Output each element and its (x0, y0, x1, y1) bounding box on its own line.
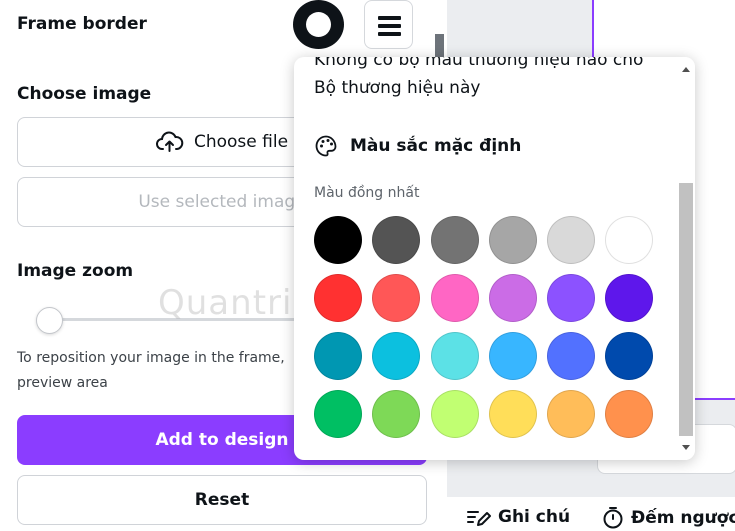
color-swatch[interactable] (488, 216, 537, 264)
panel-scrollbar[interactable] (435, 34, 444, 59)
color-swatch[interactable] (488, 390, 537, 438)
palette-icon (315, 135, 337, 157)
color-swatch[interactable] (314, 274, 362, 322)
color-swatch[interactable] (547, 390, 596, 438)
color-swatch[interactable] (605, 274, 654, 322)
brand-kit-text: Bộ thương hiệu này (314, 78, 481, 98)
default-colors-label: Màu sắc mặc định (350, 136, 522, 156)
timer-label: Đếm ngược (631, 508, 735, 528)
frame-border-label: Frame border (17, 14, 147, 34)
color-swatch[interactable] (372, 216, 421, 264)
menu-line-icon (378, 16, 401, 20)
color-swatch[interactable] (314, 332, 362, 380)
popover-scrollbar-thumb[interactable] (679, 183, 693, 436)
solid-colors-label: Màu đồng nhất (314, 185, 420, 201)
reset-button[interactable]: Reset (17, 475, 427, 525)
default-colors-heading: Màu sắc mặc định (314, 134, 521, 158)
scroll-up-arrow-icon[interactable] (682, 67, 690, 72)
frame-border-style-button[interactable] (364, 0, 413, 49)
image-zoom-slider-thumb[interactable] (36, 307, 63, 334)
color-swatch[interactable] (605, 216, 654, 264)
color-swatch[interactable] (430, 216, 479, 264)
color-swatch[interactable] (547, 332, 596, 380)
notes-pen-icon (467, 511, 491, 526)
image-zoom-label: Image zoom (17, 261, 134, 281)
color-swatch[interactable] (605, 390, 654, 438)
color-swatch[interactable] (314, 390, 362, 438)
color-swatch[interactable] (372, 332, 421, 380)
choose-file-label: Choose file (193, 132, 289, 152)
color-picker-popover: Không có bộ màu thương hiệu nào cho Bộ t… (294, 57, 695, 460)
color-swatch[interactable] (372, 390, 421, 438)
no-brand-colors-text: Không có bộ màu thương hiệu nào cho (314, 57, 644, 70)
use-selected-image-label: Use selected image (138, 192, 306, 212)
color-swatch[interactable] (488, 274, 537, 322)
notes-button[interactable]: Ghi chú (466, 506, 570, 528)
color-swatch[interactable] (430, 274, 479, 322)
color-swatch[interactable] (430, 390, 479, 438)
frame-border-circle-button[interactable] (293, 0, 344, 49)
cloud-upload-icon (156, 131, 184, 152)
color-swatch[interactable] (547, 274, 596, 322)
choose-image-label: Choose image (17, 84, 152, 104)
color-swatch-grid (314, 216, 654, 438)
stopwatch-icon (603, 507, 623, 529)
reposition-help-text: To reposition your image in the frame, p… (17, 350, 285, 391)
scroll-down-arrow-icon[interactable] (682, 445, 690, 450)
menu-line-icon (378, 24, 401, 28)
popover-scrollbar[interactable] (677, 57, 695, 460)
menu-line-icon (378, 32, 401, 36)
timer-button[interactable]: Đếm ngược (601, 506, 735, 530)
color-swatch[interactable] (605, 332, 654, 380)
color-swatch[interactable] (372, 274, 421, 322)
reset-label: Reset (194, 490, 250, 510)
color-swatch[interactable] (488, 332, 537, 380)
color-swatch[interactable] (314, 216, 362, 264)
color-swatch[interactable] (547, 216, 596, 264)
color-swatch[interactable] (430, 332, 479, 380)
notes-label: Ghi chú (498, 507, 571, 527)
